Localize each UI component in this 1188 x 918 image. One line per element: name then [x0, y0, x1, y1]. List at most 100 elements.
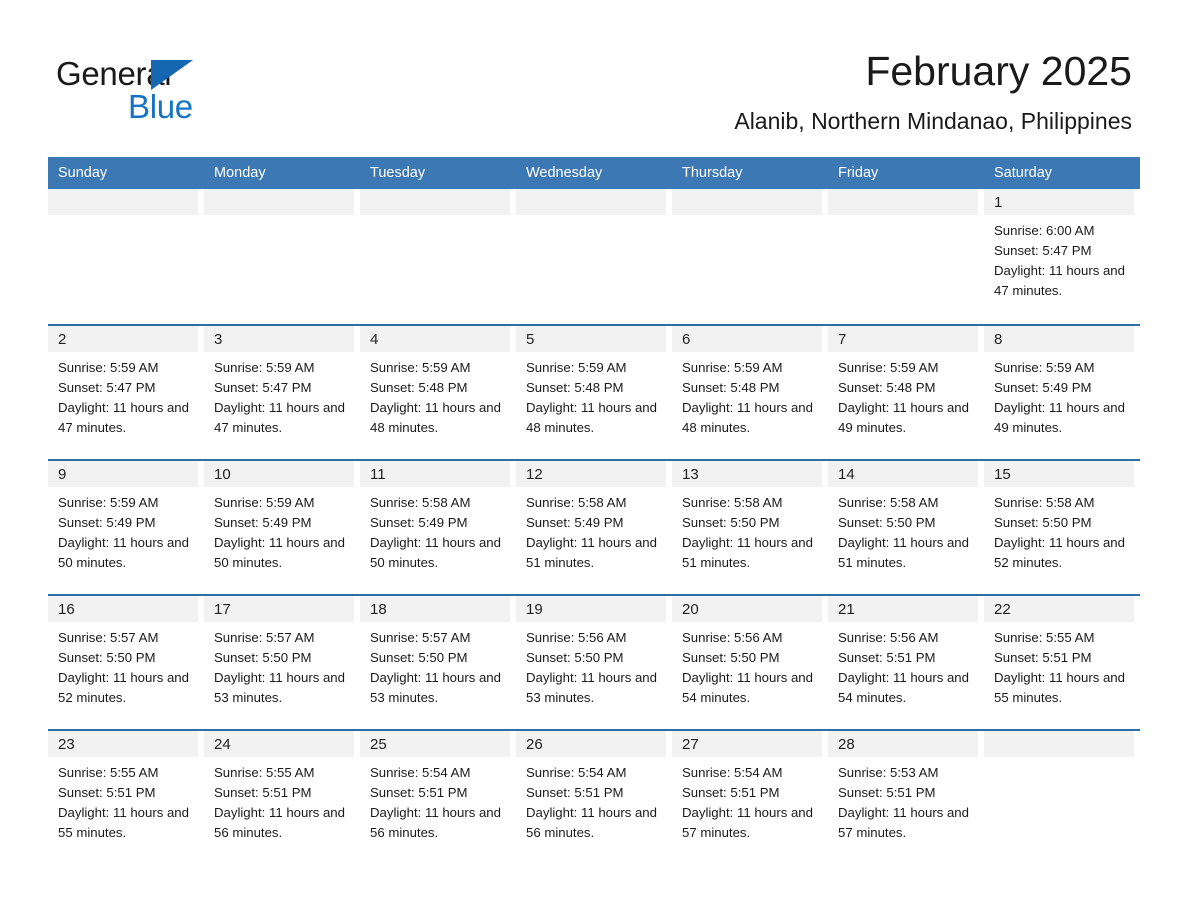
- sunset-text: Sunset: 5:49 PM: [526, 515, 624, 530]
- calendar-day-cell[interactable]: 28 Sunrise: 5:53 AM Sunset: 5:51 PM Dayligh…: [828, 731, 984, 864]
- calendar-day-cell[interactable]: 5 Sunrise: 5:59 AM Sunset: 5:48 PM Daylight…: [516, 326, 672, 459]
- day-number: 21: [828, 596, 978, 622]
- daylight-text: Daylight: 11 hours and 50 minutes.: [370, 535, 501, 570]
- calendar-grid: Sunday Monday Tuesday Wednesday Thursday Frid…: [48, 157, 1140, 864]
- day-sun-info: Sunrise: 5:58 AM Sunset: 5:50 PM Daylight:…: [828, 487, 978, 573]
- day-number: [204, 189, 354, 215]
- day-sun-info: Sunrise: 5:58 AM Sunset: 5:50 PM Daylight:…: [984, 487, 1134, 573]
- daylight-text: Daylight: 11 hours and 52 minutes.: [994, 535, 1125, 570]
- sunrise-text: Sunrise: 5:56 AM: [526, 630, 627, 645]
- calendar-day-cell[interactable]: 20 Sunrise: 5:56 AM Sunset: 5:50 PM Dayligh…: [672, 596, 828, 729]
- sunset-text: Sunset: 5:50 PM: [838, 515, 936, 530]
- sunset-text: Sunset: 5:51 PM: [838, 785, 936, 800]
- day-number: 6: [672, 326, 822, 352]
- day-sun-info: Sunrise: 5:59 AM Sunset: 5:47 PM Daylight:…: [48, 352, 198, 438]
- sunset-text: Sunset: 5:51 PM: [370, 785, 468, 800]
- calendar-day-cell-empty: [672, 189, 828, 324]
- calendar-day-cell[interactable]: 10 Sunrise: 5:59 AM Sunset: 5:49 PM Dayligh…: [204, 461, 360, 594]
- day-sun-info: Sunrise: 5:53 AM Sunset: 5:51 PM Daylight:…: [828, 757, 978, 843]
- day-sun-info: Sunrise: 5:58 AM Sunset: 5:49 PM Daylight:…: [516, 487, 666, 573]
- daylight-text: Daylight: 11 hours and 57 minutes.: [682, 805, 813, 840]
- day-number: [828, 189, 978, 215]
- sunset-text: Sunset: 5:47 PM: [214, 380, 312, 395]
- calendar-day-cell[interactable]: 24 Sunrise: 5:55 AM Sunset: 5:51 PM Dayligh…: [204, 731, 360, 864]
- calendar-day-cell[interactable]: 2 Sunrise: 5:59 AM Sunset: 5:47 PM Daylight…: [48, 326, 204, 459]
- daylight-text: Daylight: 11 hours and 47 minutes.: [994, 263, 1125, 298]
- weekday-header-thursday: Thursday: [682, 165, 743, 181]
- day-number: [516, 189, 666, 215]
- day-number: [360, 189, 510, 215]
- calendar-day-cell[interactable]: 12 Sunrise: 5:58 AM Sunset: 5:49 PM Dayligh…: [516, 461, 672, 594]
- calendar-day-cell[interactable]: 13 Sunrise: 5:58 AM Sunset: 5:50 PM Dayligh…: [672, 461, 828, 594]
- sunrise-text: Sunrise: 5:58 AM: [994, 495, 1095, 510]
- calendar-day-cell[interactable]: 25 Sunrise: 5:54 AM Sunset: 5:51 PM Dayligh…: [360, 731, 516, 864]
- day-sun-info: Sunrise: 5:56 AM Sunset: 5:50 PM Daylight:…: [672, 622, 822, 708]
- day-number: 10: [204, 461, 354, 487]
- sunset-text: Sunset: 5:51 PM: [526, 785, 624, 800]
- calendar-day-cell[interactable]: 18 Sunrise: 5:57 AM Sunset: 5:50 PM Dayligh…: [360, 596, 516, 729]
- calendar-day-cell[interactable]: 1 Sunrise: 6:00 AM Sunset: 5:47 PM Daylight…: [984, 189, 1140, 324]
- calendar-day-cell[interactable]: 6 Sunrise: 5:59 AM Sunset: 5:48 PM Daylight…: [672, 326, 828, 459]
- day-number: 7: [828, 326, 978, 352]
- sunset-text: Sunset: 5:47 PM: [58, 380, 156, 395]
- page-title: February 2025: [865, 48, 1132, 94]
- day-sun-info: Sunrise: 5:54 AM Sunset: 5:51 PM Daylight:…: [516, 757, 666, 843]
- calendar-day-cell[interactable]: 4 Sunrise: 5:59 AM Sunset: 5:48 PM Daylight…: [360, 326, 516, 459]
- calendar-day-cell[interactable]: 27 Sunrise: 5:54 AM Sunset: 5:51 PM Dayligh…: [672, 731, 828, 864]
- calendar-day-cell[interactable]: 8 Sunrise: 5:59 AM Sunset: 5:49 PM Daylight…: [984, 326, 1140, 459]
- day-number: 20: [672, 596, 822, 622]
- sunset-text: Sunset: 5:51 PM: [58, 785, 156, 800]
- daylight-text: Daylight: 11 hours and 54 minutes.: [682, 670, 813, 705]
- calendar-day-cell[interactable]: 26 Sunrise: 5:54 AM Sunset: 5:51 PM Dayligh…: [516, 731, 672, 864]
- logo-triangle-icon: [151, 60, 193, 90]
- day-number: 26: [516, 731, 666, 757]
- calendar-day-cell[interactable]: 14 Sunrise: 5:58 AM Sunset: 5:50 PM Dayligh…: [828, 461, 984, 594]
- day-number: [984, 731, 1134, 757]
- sunrise-text: Sunrise: 6:00 AM: [994, 223, 1095, 238]
- daylight-text: Daylight: 11 hours and 57 minutes.: [838, 805, 969, 840]
- daylight-text: Daylight: 11 hours and 55 minutes.: [994, 670, 1125, 705]
- day-number: 18: [360, 596, 510, 622]
- calendar-day-cell[interactable]: 23 Sunrise: 5:55 AM Sunset: 5:51 PM Dayligh…: [48, 731, 204, 864]
- day-sun-info: Sunrise: 5:58 AM Sunset: 5:50 PM Daylight:…: [672, 487, 822, 573]
- day-number: 22: [984, 596, 1134, 622]
- day-number: 27: [672, 731, 822, 757]
- daylight-text: Daylight: 11 hours and 51 minutes.: [526, 535, 657, 570]
- sunrise-text: Sunrise: 5:55 AM: [994, 630, 1095, 645]
- daylight-text: Daylight: 11 hours and 48 minutes.: [370, 400, 501, 435]
- day-number: 8: [984, 326, 1134, 352]
- day-number: 19: [516, 596, 666, 622]
- calendar-day-cell[interactable]: 17 Sunrise: 5:57 AM Sunset: 5:50 PM Dayligh…: [204, 596, 360, 729]
- calendar-day-cell[interactable]: 21 Sunrise: 5:56 AM Sunset: 5:51 PM Dayligh…: [828, 596, 984, 729]
- calendar-day-cell[interactable]: 9 Sunrise: 5:59 AM Sunset: 5:49 PM Daylight…: [48, 461, 204, 594]
- calendar-day-cell[interactable]: 7 Sunrise: 5:59 AM Sunset: 5:48 PM Daylight…: [828, 326, 984, 459]
- calendar-week-row: 2 Sunrise: 5:59 AM Sunset: 5:47 PM Daylight…: [48, 324, 1140, 459]
- day-number: 24: [204, 731, 354, 757]
- day-number: 16: [48, 596, 198, 622]
- day-sun-info: Sunrise: 5:59 AM Sunset: 5:49 PM Daylight:…: [984, 352, 1134, 438]
- sunrise-text: Sunrise: 5:55 AM: [214, 765, 315, 780]
- sunset-text: Sunset: 5:50 PM: [526, 650, 624, 665]
- sunset-text: Sunset: 5:49 PM: [214, 515, 312, 530]
- calendar-day-cell-empty: [984, 731, 1140, 864]
- daylight-text: Daylight: 11 hours and 54 minutes.: [838, 670, 969, 705]
- calendar-weeks: 1 Sunrise: 6:00 AM Sunset: 5:47 PM Daylight…: [48, 189, 1140, 864]
- calendar-day-cell[interactable]: 19 Sunrise: 5:56 AM Sunset: 5:50 PM Dayligh…: [516, 596, 672, 729]
- day-sun-info: Sunrise: 5:57 AM Sunset: 5:50 PM Daylight:…: [48, 622, 198, 708]
- weekday-header-sunday: Sunday: [58, 165, 108, 181]
- calendar-day-cell[interactable]: 16 Sunrise: 5:57 AM Sunset: 5:50 PM Dayligh…: [48, 596, 204, 729]
- calendar-day-cell[interactable]: 22 Sunrise: 5:55 AM Sunset: 5:51 PM Dayligh…: [984, 596, 1140, 729]
- day-sun-info: Sunrise: 5:57 AM Sunset: 5:50 PM Daylight:…: [360, 622, 510, 708]
- sunrise-text: Sunrise: 5:58 AM: [370, 495, 471, 510]
- sunrise-text: Sunrise: 5:54 AM: [526, 765, 627, 780]
- day-sun-info: Sunrise: 5:55 AM Sunset: 5:51 PM Daylight:…: [48, 757, 198, 843]
- day-sun-info: Sunrise: 5:59 AM Sunset: 5:48 PM Daylight:…: [672, 352, 822, 438]
- calendar-day-cell[interactable]: 3 Sunrise: 5:59 AM Sunset: 5:47 PM Daylight…: [204, 326, 360, 459]
- page-header: General Blue February 2025 Alanib, North…: [48, 44, 1140, 144]
- calendar-day-cell[interactable]: 11 Sunrise: 5:58 AM Sunset: 5:49 PM Dayligh…: [360, 461, 516, 594]
- daylight-text: Daylight: 11 hours and 48 minutes.: [526, 400, 657, 435]
- calendar-week-row: 9 Sunrise: 5:59 AM Sunset: 5:49 PM Daylight…: [48, 459, 1140, 594]
- sunrise-text: Sunrise: 5:54 AM: [682, 765, 783, 780]
- calendar-day-cell[interactable]: 15 Sunrise: 5:58 AM Sunset: 5:50 PM Dayligh…: [984, 461, 1140, 594]
- day-sun-info: Sunrise: 5:55 AM Sunset: 5:51 PM Daylight:…: [984, 622, 1134, 708]
